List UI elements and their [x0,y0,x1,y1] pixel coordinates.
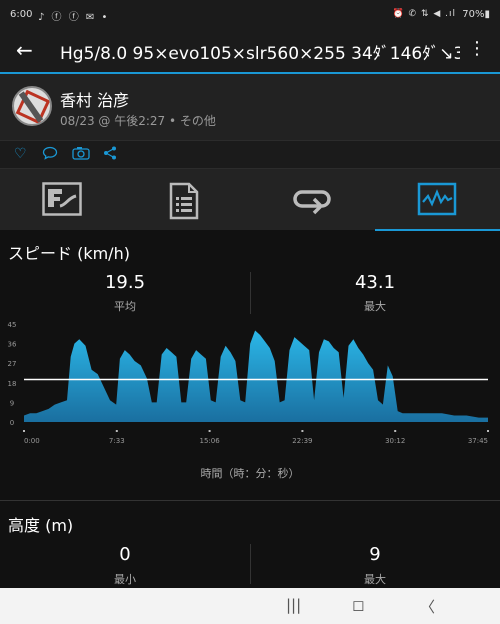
y-tick-label: 18 [8,380,17,388]
clock: 6:00 [10,9,33,20]
x-axis-title: 時間（時：分：秒） [200,467,300,480]
activity-title: Hg5/8.0 95×evo105×slr560×255 34ﾀﾞ146ﾀﾞ↘3… [60,44,460,64]
y-tick-label: 9 [10,399,14,407]
stat-divider [250,544,251,584]
camera-icon[interactable] [72,146,90,164]
nav-back-icon[interactable]: 〈 [420,596,435,617]
activity-meta: 08/23 @ 午後2:27 • その他 [60,114,216,128]
activity-summary-icon [42,182,82,216]
tab-overview[interactable] [0,169,125,231]
min-elevation-value: 0 [119,544,131,565]
back-arrow-icon[interactable]: ← [16,38,33,62]
system-nav-bar: ||| ◻ 〈 [0,588,500,624]
detail-tabs [0,168,500,231]
y-tick-label: 36 [8,341,17,349]
recents-icon[interactable]: ||| [286,596,301,614]
status-bar: 6:00 ♪ ⓕ ⓕ ✉ • ⏰ ✆ ⇅ ◀ .ıl 70%▮ [0,0,500,30]
x-tick-label: 7:33 [109,437,125,445]
x-tick-label: 22:39 [292,437,312,445]
more-options-icon[interactable]: ⋮ [468,38,486,59]
x-tick-mark [301,430,304,432]
activity-header: 香村 治彦 08/23 @ 午後2:27 • その他 [0,74,500,140]
stat-divider [250,272,251,314]
min-elevation-label: 最小 [114,573,136,586]
max-elevation-label: 最大 [364,573,386,586]
system-icons: ⏰ ✆ ⇅ ◀ .ıl [392,9,456,19]
speed-section-title: スピード (km/h) [8,244,130,263]
tab-charts[interactable] [375,169,500,231]
like-icon[interactable]: ♡ [14,146,27,162]
action-bar: ♡ [0,140,500,168]
max-speed-value: 43.1 [354,272,396,293]
x-tick-label: 30:12 [385,437,405,445]
x-tick-mark [487,430,489,432]
notification-icons: ♪ ⓕ ⓕ ✉ • [38,12,110,23]
comment-icon[interactable] [42,146,58,164]
max-speed-label: 最大 [364,300,386,313]
avg-speed-label: 平均 [114,300,136,313]
user-name[interactable]: 香村 治彦 [60,87,129,111]
laps-icon [293,190,331,215]
tab-laps[interactable] [250,169,375,231]
share-icon[interactable] [103,146,117,164]
y-tick-label: 45 [8,321,17,329]
x-tick-mark [115,430,118,432]
section-separator [0,500,500,501]
x-tick-label: 37:45 [468,437,488,445]
x-tick-mark [208,430,211,432]
battery-indicator: 70%▮ [462,9,490,20]
elevation-section-title: 高度 (m) [8,516,74,535]
app-bar: ← Hg5/8.0 95×evo105×slr560×255 34ﾀﾞ146ﾀﾞ… [0,30,500,72]
stats-list-icon [169,182,199,220]
avg-speed-value: 19.5 [104,272,146,293]
x-tick-mark [23,430,25,432]
x-tick-label: 15:06 [200,437,221,445]
avatar[interactable] [12,86,52,126]
tab-stats[interactable] [125,169,250,231]
home-icon[interactable]: ◻ [352,596,364,614]
speed-chart[interactable]: 0 9 18 27 36 45 0:00 7:33 15:06 22:39 30:12 37:45 [0,318,500,450]
y-tick-label: 27 [8,360,17,368]
x-tick-label: 0:00 [24,437,40,445]
speed-area [24,330,488,422]
chart-pulse-icon [417,182,457,216]
max-elevation-value: 9 [369,544,381,565]
x-tick-mark [394,430,397,432]
y-tick-label: 0 [10,419,14,427]
